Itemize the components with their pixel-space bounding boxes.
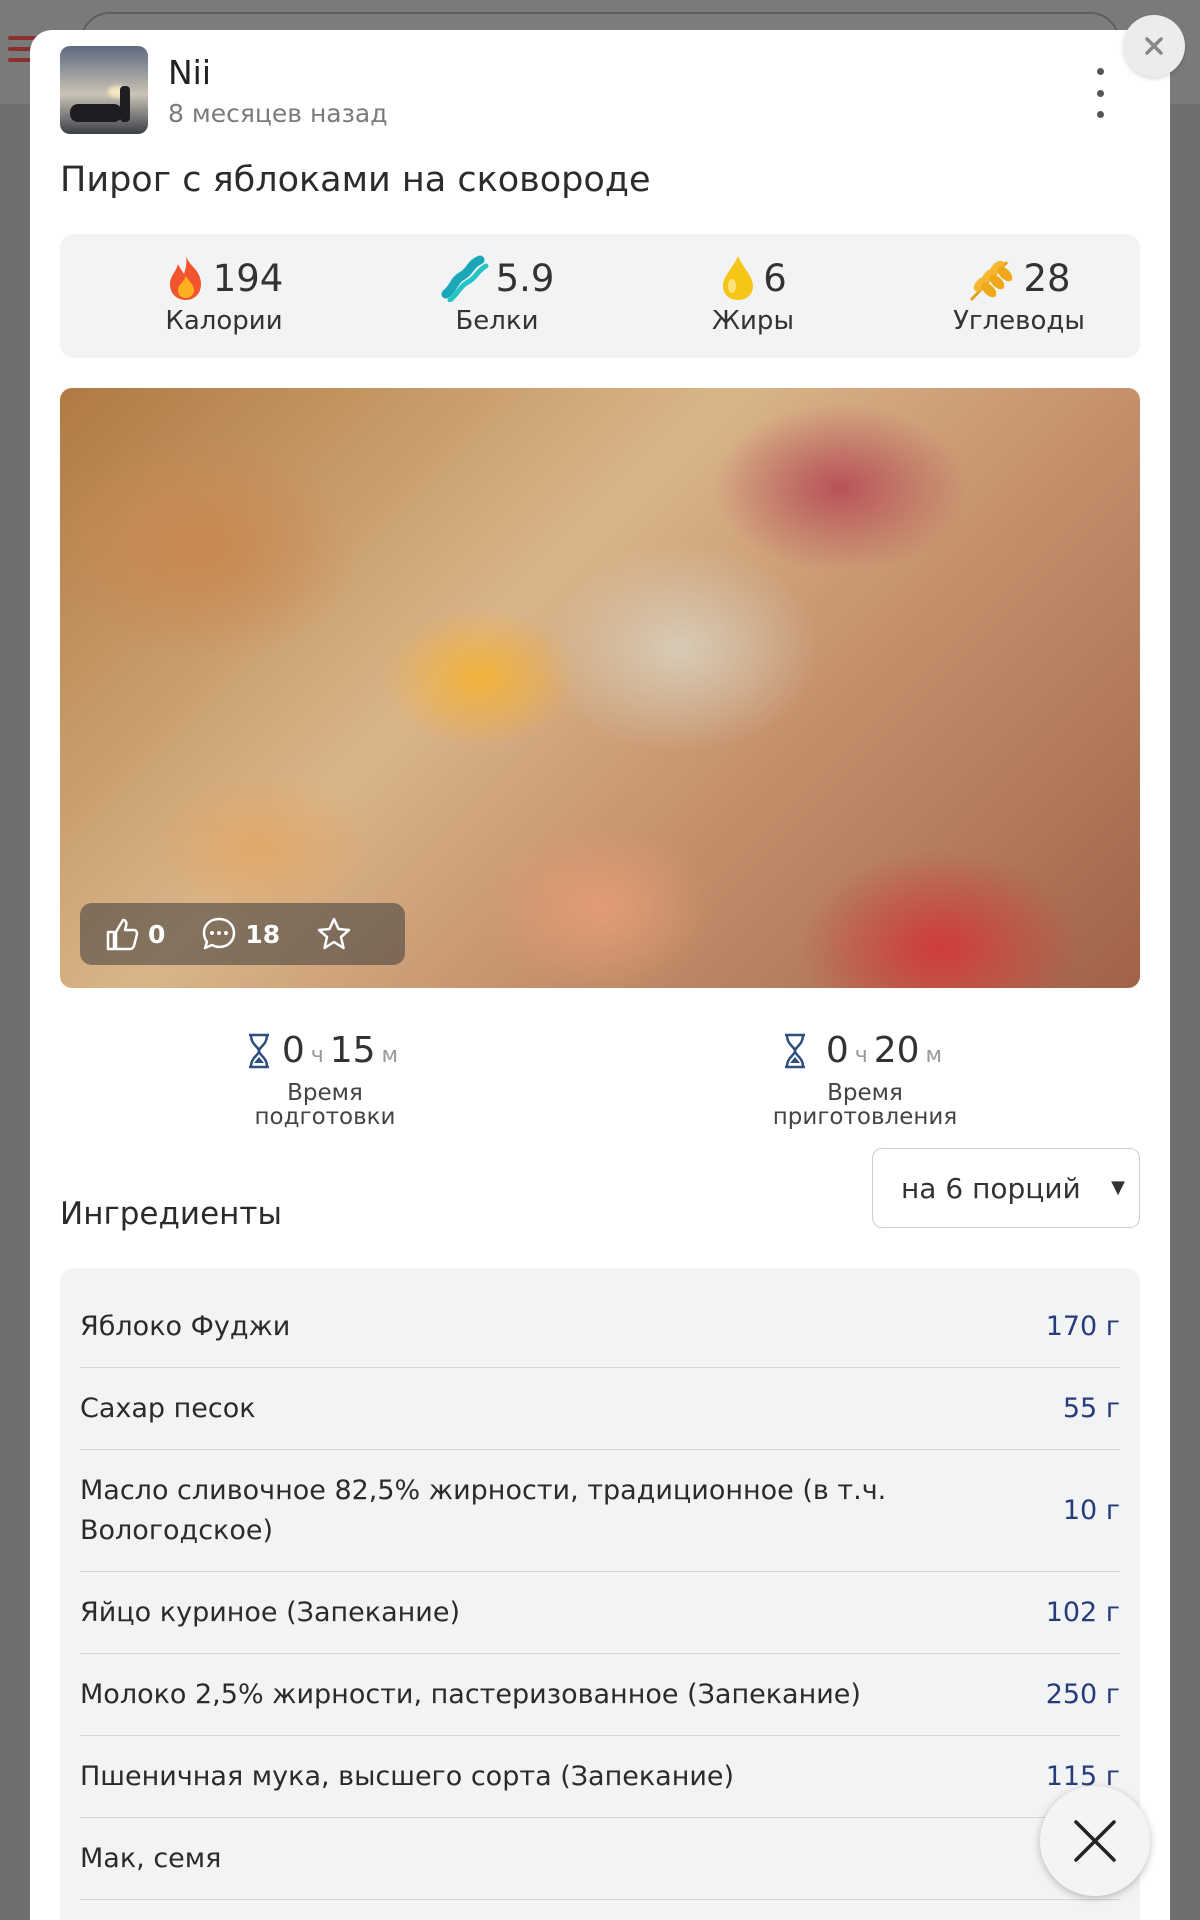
recipe-title: Пирог с яблоками на сковороде <box>60 160 651 200</box>
nutrition-calories: 194 Калории <box>114 252 334 336</box>
close-icon <box>1145 37 1163 55</box>
recipe-photo[interactable]: 0 18 <box>60 388 1140 988</box>
ingredient-amount: 250 г <box>1045 1679 1120 1710</box>
favorite-button[interactable] <box>316 916 352 952</box>
prep-minutes-unit: м <box>381 1043 399 1068</box>
thumbs-up-icon <box>106 918 139 951</box>
comment-count: 18 <box>245 919 281 949</box>
calories-label: Калории <box>165 306 283 336</box>
close-icon <box>1074 1820 1116 1862</box>
hourglass-icon <box>784 1033 805 1068</box>
ingredient-name: Пшеничная мука, высшего сорта (Запекание… <box>80 1760 735 1792</box>
ingredient-name: Масло сливочное 82,5% жирности, традицио… <box>80 1474 887 1546</box>
ingredient-amount: 170 г <box>1045 1311 1120 1342</box>
like-count: 0 <box>148 919 166 949</box>
ingredient-row: Масло сливочное 82,5% жирности, традицио… <box>80 1450 1120 1572</box>
ingredient-amount: 102 г <box>1045 1597 1120 1628</box>
flame-icon <box>169 256 201 300</box>
comments-button[interactable]: 18 <box>201 916 280 952</box>
author-header: Nii 8 месяцев назад <box>60 46 388 134</box>
post-time: 8 месяцев назад <box>168 98 388 128</box>
ingredients-title: Ингредиенты <box>60 1196 282 1232</box>
ingredient-row: Пшеничная мука, высшего сорта (Запекание… <box>80 1736 1120 1818</box>
oil-drop-icon <box>723 256 754 300</box>
comment-icon <box>203 917 236 950</box>
author-name[interactable]: Nii <box>168 53 388 93</box>
cook-time: 0 ч 20 м Время приготовления <box>715 1030 1015 1129</box>
caret-down-icon: ▼ <box>1111 1177 1125 1198</box>
prep-label-line1: Время <box>287 1080 363 1106</box>
star-icon <box>317 917 351 950</box>
ingredient-row: Яйцо куриное (Запекание) 102 г <box>80 1572 1120 1654</box>
floating-close-button[interactable] <box>1040 1786 1150 1896</box>
cook-hours: 0 <box>825 1030 849 1071</box>
cook-minutes: 20 <box>873 1030 920 1071</box>
cook-hours-unit: ч <box>854 1043 868 1068</box>
photo-actions-bar: 0 18 <box>80 903 405 965</box>
protein-value: 5.9 <box>495 256 555 300</box>
prep-hours: 0 <box>281 1030 305 1071</box>
ingredient-amount: 10 г <box>1062 1495 1120 1526</box>
ingredient-row: Сахар песок 55 г <box>80 1368 1120 1450</box>
more-options-icon[interactable] <box>1090 68 1110 118</box>
ingredients-list: Яблоко Фуджи 170 г Сахар песок 55 г Масл… <box>60 1268 1140 1920</box>
protein-icon <box>441 255 489 302</box>
nutrition-protein: 5.9 Белки <box>387 252 607 336</box>
prep-time: 0 ч 15 м Время подготовки <box>175 1030 475 1129</box>
prep-minutes: 15 <box>329 1030 376 1071</box>
portion-select-value: на 6 порций <box>901 1171 1081 1205</box>
ingredient-row: Мак, семя <box>80 1818 1120 1900</box>
nutrition-fat: 6 Жиры <box>643 252 863 336</box>
cook-label-line2: приготовления <box>772 1104 958 1130</box>
modal-close-button[interactable] <box>1123 15 1185 77</box>
prep-hours-unit: ч <box>310 1043 324 1068</box>
carbs-label: Углеводы <box>953 306 1085 336</box>
fat-label: Жиры <box>712 306 794 336</box>
ingredient-name: Мак, семя <box>80 1842 222 1874</box>
ingredient-amount: 55 г <box>1062 1393 1120 1424</box>
ingredient-name: Яблоко Фуджи <box>80 1310 291 1342</box>
fat-value: 6 <box>763 256 787 300</box>
cook-minutes-unit: м <box>925 1043 943 1068</box>
ingredient-row: Яблоко Фуджи 170 г <box>80 1268 1120 1368</box>
ingredient-name: Молоко 2,5% жирности, пастеризованное (З… <box>80 1678 861 1710</box>
protein-label: Белки <box>455 306 539 336</box>
like-button[interactable]: 0 <box>104 916 165 952</box>
ingredient-name: Сахар песок <box>80 1392 256 1424</box>
carbs-value: 28 <box>1023 256 1071 300</box>
portion-select[interactable]: на 6 порций ▼ <box>872 1148 1140 1228</box>
nutrition-carbs: 28 Углеводы <box>909 252 1129 337</box>
prep-label-line2: подготовки <box>254 1104 396 1130</box>
wheat-icon <box>970 260 1013 302</box>
ingredient-name: Яйцо куриное (Запекание) <box>80 1596 460 1628</box>
nutrition-panel: 194 Калории 5.9 Белки 6 Жиры 28 Углеводы <box>60 234 1140 358</box>
recipe-modal: Nii 8 месяцев назад Пирог с яблоками на … <box>30 30 1170 1920</box>
calories-value: 194 <box>212 256 284 300</box>
cook-label-line1: Время <box>827 1080 903 1106</box>
avatar[interactable] <box>60 46 148 134</box>
ingredient-row: Молоко 2,5% жирности, пастеризованное (З… <box>80 1654 1120 1736</box>
hourglass-icon <box>248 1033 269 1068</box>
